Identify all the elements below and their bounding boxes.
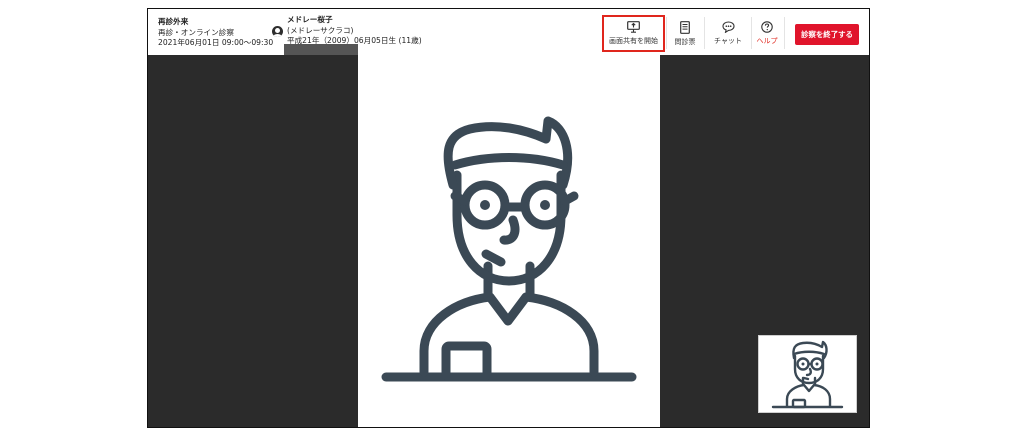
share-screen-label: 画面共有を開始 [609, 37, 658, 45]
chat-label: チャット [714, 37, 742, 45]
inquiry-label: 問診票 [674, 37, 696, 46]
question-circle-icon [761, 21, 773, 33]
help-label: ヘルプ [756, 37, 778, 45]
remote-video [358, 55, 660, 427]
divider [666, 17, 667, 49]
visit-info: 再診外来 再診・オンライン診察 2021年06月01日 09:00〜09:30 [158, 17, 273, 49]
chat-bubble-icon [721, 21, 735, 33]
share-screen-button[interactable]: 画面共有を開始 [602, 15, 665, 52]
patient-info: メドレー桜子 (メドレーサクラコ) 平成21年（2009）06月05日生 (11… [287, 15, 422, 47]
divider [704, 17, 705, 49]
document-icon [680, 20, 690, 34]
screen-share-icon [627, 21, 640, 33]
self-video [758, 335, 857, 413]
consultation-window: 再診外来 再診・オンライン診察 2021年06月01日 09:00〜09:30 … [147, 8, 870, 428]
visit-datetime: 2021年06月01日 09:00〜09:30 [158, 38, 274, 47]
redacted-patient-id [284, 44, 358, 55]
chat-button[interactable]: チャット [706, 15, 750, 52]
divider [784, 17, 785, 49]
visit-type: 再診・オンライン診察 [158, 27, 234, 37]
person-avatar-icon [272, 26, 283, 37]
inquiry-button[interactable]: 問診票 [668, 15, 702, 52]
end-consultation-button[interactable]: 診察を終了する [795, 24, 859, 45]
header-bar: 再診外来 再診・オンライン診察 2021年06月01日 09:00〜09:30 … [148, 9, 869, 56]
video-area [148, 55, 869, 427]
patient-name: メドレー桜子 [287, 15, 333, 24]
doctor-illustration [381, 116, 637, 382]
self-doctor-illustration [771, 340, 844, 409]
patient-kana: (メドレーサクラコ) [287, 25, 354, 35]
help-button[interactable]: ヘルプ [752, 15, 782, 52]
visit-department: 再診外来 [158, 17, 189, 26]
